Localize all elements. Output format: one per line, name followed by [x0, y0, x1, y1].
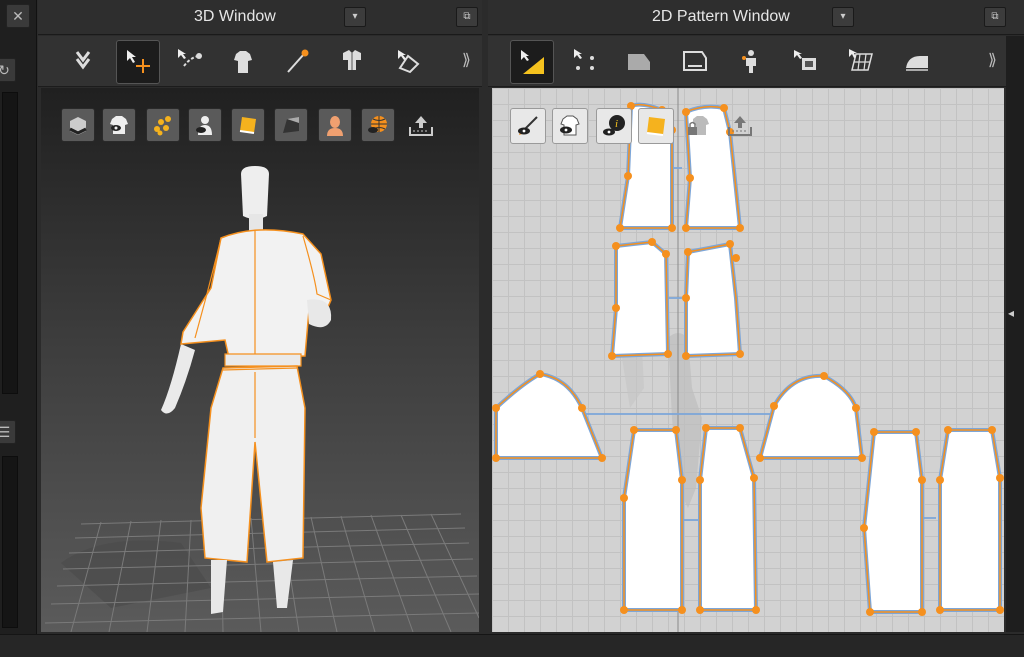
more-tools-icon[interactable]: ⟫ [988, 50, 997, 70]
svg-text:i: i [615, 118, 618, 130]
window-3d-header: 3D Window ▾ ⧉ [38, 0, 482, 35]
pattern-piece[interactable] [758, 373, 864, 460]
rectangle-icon[interactable] [674, 40, 716, 82]
more-tools-icon[interactable]: ⟫ [462, 50, 471, 70]
window-3d-title: 3D Window [194, 8, 276, 25]
show-pattern-outline-icon[interactable] [510, 108, 546, 144]
show-fabric-icon[interactable] [638, 108, 674, 144]
toolbar-3d: ⟫ [38, 36, 482, 87]
pattern-canvas [492, 88, 1004, 632]
show-garment-2d-icon[interactable] [552, 108, 588, 144]
edit-sewing-icon[interactable] [168, 40, 210, 82]
side-panel-lower [2, 456, 18, 628]
export-pattern-icon[interactable] [722, 108, 758, 144]
points-icon[interactable] [564, 40, 606, 82]
viewport-3d[interactable] [41, 88, 479, 632]
pattern-piece[interactable] [622, 428, 684, 612]
window-2d-menu-button[interactable]: ▾ [832, 7, 854, 27]
polygon-icon[interactable] [618, 40, 660, 82]
simulation-icon[interactable] [62, 40, 104, 82]
pattern-piece[interactable] [862, 430, 924, 614]
close-icon[interactable]: ✕ [6, 4, 30, 28]
right-side-strip: ◂ [1006, 36, 1024, 632]
lock-pattern-icon[interactable] [680, 108, 716, 144]
window-2d-header: 2D Pattern Window ▾ ⧉ [488, 0, 1024, 35]
toolbar-2d: ⟫ [488, 36, 1006, 87]
undo-icon[interactable]: ↻ [0, 58, 16, 82]
pattern-info-icon[interactable]: i [596, 108, 632, 144]
left-side-strip: ✕ ↻ ☰ [0, 0, 37, 656]
pattern-piece[interactable] [610, 240, 670, 358]
grid-texture-icon[interactable] [840, 40, 882, 82]
select-move-icon[interactable] [116, 40, 160, 84]
window-3d-popout-button[interactable]: ⧉ [456, 7, 478, 27]
window-2d-title: 2D Pattern Window [652, 8, 790, 25]
edit-texture-icon[interactable] [388, 40, 430, 82]
pattern-piece[interactable] [494, 372, 604, 460]
scene-3d [44, 166, 479, 632]
window-3d-menu-button[interactable]: ▾ [344, 7, 366, 27]
pattern-piece[interactable] [938, 428, 1002, 612]
tack-icon[interactable] [276, 40, 318, 82]
segment-sewing-icon[interactable] [784, 40, 826, 82]
edit-pattern-icon[interactable] [510, 40, 554, 84]
iron-icon[interactable] [896, 40, 938, 82]
side-panel-upper [2, 92, 18, 394]
arrangement-icon[interactable] [332, 40, 374, 82]
viewport-2d[interactable]: i [492, 88, 1004, 632]
avatar-garment-icon[interactable] [222, 40, 264, 82]
bottom-status-bar [0, 634, 1024, 657]
internal-line-icon[interactable] [730, 40, 772, 82]
list-icon[interactable]: ☰ [0, 420, 16, 444]
resize-handle-icon[interactable]: ◂ [1008, 306, 1022, 320]
window-2d-popout-button[interactable]: ⧉ [984, 7, 1006, 27]
